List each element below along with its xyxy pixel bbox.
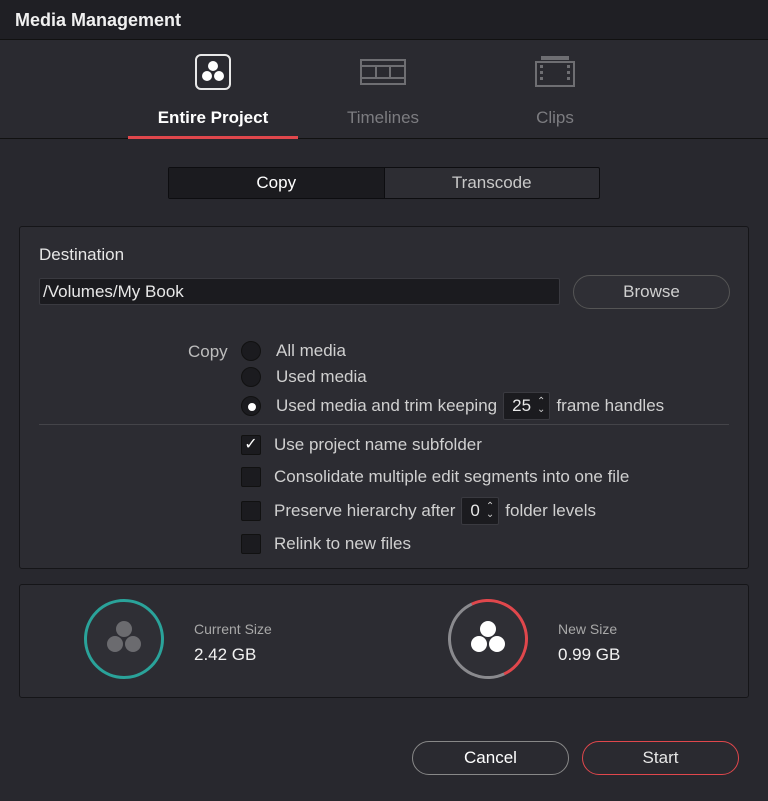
current-size-value: 2.42 GB (194, 645, 257, 664)
copy-transcode-toggle: Copy Transcode (168, 167, 600, 199)
checkbox-row-consolidate[interactable]: Consolidate multiple edit segments into … (241, 465, 629, 489)
copy-options-label: Copy (188, 342, 228, 361)
current-size-label: Current Size (194, 621, 272, 637)
stepper-arrows-icon[interactable]: ⌃ ⌄ (486, 502, 494, 520)
start-button[interactable]: Start (582, 741, 739, 775)
frame-handles-suffix: frame handles (556, 396, 665, 415)
folder-levels-value: 0 (470, 501, 480, 520)
tab-label: Entire Project (157, 108, 269, 127)
checkmark-icon[interactable]: ✓ (241, 435, 261, 455)
tab-label: Timelines (346, 108, 420, 127)
size-panel: Current Size 2.42 GB New Size 0.99 GB (19, 584, 749, 698)
destination-panel: Destination Browse Copy All media Used m… (19, 226, 749, 569)
radio-label: Used media and trim keeping (276, 396, 498, 415)
checkbox-label: Relink to new files (274, 534, 412, 553)
tab-clips[interactable]: Clips (470, 40, 640, 139)
stepper-arrows-icon[interactable]: ⌃ ⌄ (537, 397, 545, 415)
checkbox-row-relink[interactable]: Relink to new files (241, 532, 411, 556)
radio-label: All media (276, 341, 346, 360)
resolve-logo-icon (471, 621, 505, 652)
copy-segment-button[interactable]: Copy (169, 168, 385, 198)
window-title: Media Management (0, 0, 768, 40)
active-tab-indicator (128, 136, 298, 139)
cancel-button[interactable]: Cancel (412, 741, 569, 775)
folder-levels-stepper[interactable]: 0 ⌃ ⌄ (461, 497, 500, 525)
clips-icon (535, 54, 575, 93)
checkbox[interactable] (241, 467, 261, 487)
destination-label: Destination (39, 245, 125, 264)
current-size: Current Size 2.42 GB (20, 585, 380, 699)
radio-label: Used media (276, 367, 367, 386)
radio-used-media-trim[interactable]: Used media and trim keeping 25 ⌃ ⌄ frame … (241, 391, 664, 421)
checkbox-label: Use project name subfolder (274, 435, 482, 454)
frame-handles-stepper[interactable]: 25 ⌃ ⌄ (503, 392, 551, 420)
destination-path-input[interactable] (39, 278, 560, 305)
checkbox-label: Consolidate multiple edit segments into … (274, 467, 630, 486)
new-size-value: 0.99 GB (558, 645, 621, 664)
radio-button[interactable] (241, 367, 261, 387)
checkbox[interactable] (241, 501, 261, 521)
frame-handles-value: 25 (512, 396, 532, 415)
radio-all-media[interactable]: All media (241, 340, 346, 362)
new-size-ring (436, 587, 540, 691)
checkbox-row-preserve-hierarchy[interactable]: Preserve hierarchy after 0 ⌃ ⌄ folder lev… (241, 496, 596, 526)
radio-button[interactable] (241, 341, 261, 361)
tab-label: Clips (536, 108, 574, 127)
divider (39, 424, 729, 425)
checkbox[interactable] (241, 534, 261, 554)
new-size: New Size 0.99 GB (380, 585, 750, 699)
resolve-logo-icon (195, 54, 231, 95)
checkbox-label: Preserve hierarchy after (274, 501, 456, 520)
resolve-logo-icon (107, 621, 141, 652)
browse-button[interactable]: Browse (573, 275, 730, 309)
current-size-ring (84, 599, 164, 679)
timeline-icon (360, 54, 406, 93)
new-size-label: New Size (558, 621, 618, 637)
tab-entire-project[interactable]: Entire Project (128, 40, 298, 139)
tab-timelines[interactable]: Timelines (298, 40, 468, 139)
checkbox-row-subfolder[interactable]: ✓ Use project name subfolder (241, 433, 482, 457)
radio-button[interactable] (241, 396, 261, 416)
transcode-segment-button[interactable]: Transcode (385, 168, 600, 198)
mode-tabs: Entire Project Timelines Clips (0, 40, 768, 139)
radio-used-media[interactable]: Used media (241, 366, 367, 388)
folder-levels-suffix: folder levels (505, 501, 596, 520)
